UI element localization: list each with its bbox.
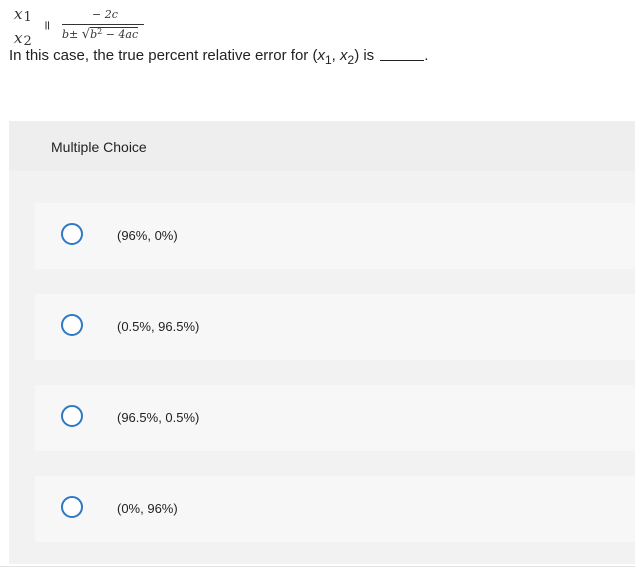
radio-button-icon[interactable] (61, 405, 83, 427)
radical-icon: √ (81, 27, 91, 42)
formula-numerator: − 2c (92, 8, 118, 21)
answer-blank (380, 48, 425, 61)
multiple-choice-header: Multiple Choice (9, 121, 635, 171)
formula-x1: x1 (14, 5, 32, 25)
choice-label: (0%, 96%) (117, 501, 178, 516)
multiple-choice-title: Multiple Choice (51, 139, 147, 155)
choice-option-1[interactable]: (96%, 0%) (35, 203, 635, 269)
var-x2: x2 (340, 47, 355, 67)
choice-label: (96.5%, 0.5%) (117, 410, 200, 425)
choice-label: (0.5%, 96.5%) (117, 319, 200, 334)
question-text: In this case, the true percent relative … (9, 47, 429, 67)
divider (0, 566, 635, 567)
multiple-choice-panel: Multiple Choice (96%, 0%) (0.5%, 96.5%) … (9, 121, 635, 564)
formula-denominator: b± √b2 − 4ac (62, 27, 139, 42)
choice-option-4[interactable]: (0%, 96%) (35, 476, 635, 542)
choice-option-2[interactable]: (0.5%, 96.5%) (35, 294, 635, 360)
formula-x2: x2 (14, 29, 32, 49)
radio-button-icon[interactable] (61, 314, 83, 336)
formula-fraction-line (62, 24, 144, 25)
choice-option-3[interactable]: (96.5%, 0.5%) (35, 385, 635, 451)
formula-equals: = (38, 20, 54, 31)
var-x1: x1 (317, 47, 332, 67)
radio-button-icon[interactable] (61, 223, 83, 245)
choice-label: (96%, 0%) (117, 228, 178, 243)
radio-button-icon[interactable] (61, 496, 83, 518)
